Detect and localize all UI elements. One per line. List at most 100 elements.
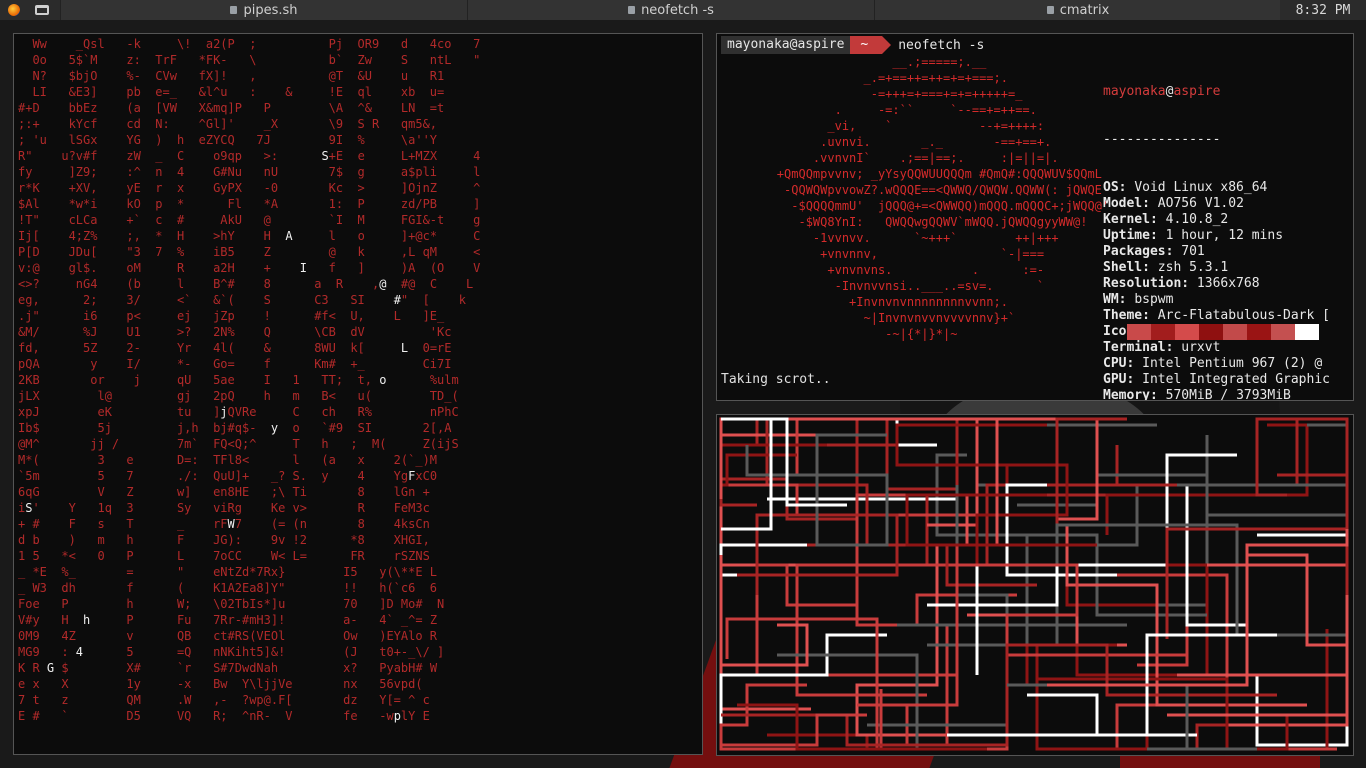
ascii-line: -Invnvvnsi..___..=sv=. `	[719, 279, 1045, 293]
color-swatch	[1127, 324, 1151, 340]
matrix-line: MG9 : 4 5 =Q nNKiht5]&! (J t0+-_\/ ]	[18, 645, 445, 659]
matrix-line: 6qG V Z w] en8HE ;\ Ti 8 lGn +	[18, 485, 430, 499]
prompt-dir: ~	[850, 36, 892, 54]
info-key: WM:	[1103, 292, 1135, 307]
matrix-line: R" u?v#f zW _ C o9qp >: S+E e L+MZX 4	[18, 149, 481, 163]
tab-pipes[interactable]: pipes.sh	[60, 0, 467, 20]
info-key: Memory:	[1103, 388, 1166, 401]
tab-label: neofetch -s	[641, 2, 714, 18]
pipe-segment	[737, 703, 987, 751]
info-row: Packages: 701	[1103, 244, 1330, 260]
matrix-head-char: p	[393, 709, 401, 723]
color-swatch	[1295, 324, 1319, 340]
info-value: 1 hour, 12 mins	[1165, 228, 1284, 243]
clock[interactable]: 8:32 PM	[1280, 0, 1366, 20]
matrix-line: @M^ jj / 7m` FQ<Q;^ T h ; M( Z(ijS	[18, 437, 459, 451]
info-key: Uptime:	[1103, 228, 1166, 243]
matrix-head-char: h	[83, 613, 91, 627]
info-row: CPU: Intel Pentium 967 (2) @	[1103, 356, 1330, 372]
info-value: 4.10.8_2	[1165, 212, 1229, 227]
matrix-head-char: #	[393, 293, 401, 307]
matrix-rain: Ww _Qsl -k \! a2(P ; Pj OR9 d 4co 7 0o 5…	[18, 36, 480, 724]
cmatrix-terminal[interactable]: Ww _Qsl -k \! a2(P ; Pj OR9 d 4co 7 0o 5…	[13, 33, 703, 755]
tab-label: pipes.sh	[243, 2, 298, 18]
matrix-line: 0o 5$`M z: TrF *FK- \ b` Zw S ntL "	[18, 53, 481, 67]
matrix-head-char: L	[400, 341, 409, 355]
matrix-head-char: S	[321, 149, 329, 163]
matrix-line: Foe P h W; \02TbIs*]u 70 ]D Mo# N	[18, 597, 445, 611]
matrix-line: LI &E3] pb e=_ &l^u : & !E ql xb u=	[18, 85, 445, 99]
pipe-segment	[897, 533, 1207, 627]
matrix-head-char: F	[408, 469, 416, 483]
pipe-segment	[719, 419, 827, 447]
info-row: Model: AO756 V1.02	[1103, 196, 1330, 212]
matrix-head-char: G	[46, 661, 55, 675]
info-key: OS:	[1103, 180, 1135, 195]
ascii-line: -$WQ8YnI: QWQQwgQQWV`mWQQ.jQWQQgyyWW@!	[719, 215, 1088, 229]
tab-neofetch[interactable]: neofetch -s	[467, 0, 874, 20]
ascii-line: . -=:`` `--==+=++==.	[719, 103, 1037, 117]
matrix-line: 1 5 *< 0 P L 7oCC W< L= FR rSZNS	[18, 549, 430, 563]
ascii-line: +vnvnnv, `-|===	[719, 247, 1045, 261]
info-value: 701	[1181, 244, 1205, 259]
info-key: Resolution:	[1103, 276, 1197, 291]
matrix-head-char: y	[270, 421, 279, 435]
matrix-line: v:@ gl$. oM R a2H + I f ] )A (O V	[18, 261, 481, 275]
ascii-line: ~|Invnvnvvnvvvvnnv}+`	[719, 311, 1016, 325]
pipes-animation	[719, 417, 1349, 751]
info-value: AO756 V1.02	[1157, 196, 1244, 211]
info-value: Void Linux x86_64	[1134, 180, 1268, 195]
matrix-line: 7 t z QM .W ,- ?wp@.F[ dz Y[= ^ c	[18, 693, 430, 707]
ascii-line: .uvnvi. _._ -==+==+.	[719, 135, 1052, 149]
matrix-line: eg, 2; 3/ <` &`( S C3 SI #" [ k	[18, 293, 466, 307]
matrix-line: _ *E %_ = " eNtZd*7Rx} I5 y(\**E L	[18, 565, 438, 579]
ascii-line: .vvnvnI` .;==|==;. :|=||=|.	[719, 151, 1059, 165]
matrix-line: <>? nG4 (b l B^# 8 a R ,@ #@ C L	[18, 277, 474, 291]
pipe-segment	[1247, 553, 1349, 685]
matrix-line: M*( 3 e D=: TFl8< l (a x 2(`_)M	[18, 453, 438, 467]
info-title: mayonaka@aspire	[1103, 84, 1221, 99]
neofetch-terminal[interactable]: mayonaka@aspire ~ neofetch -s __.;=====;…	[716, 33, 1354, 401]
pipe-segment	[719, 543, 857, 577]
info-row: Shell: zsh 5.3.1	[1103, 260, 1330, 276]
info-key: Model:	[1103, 196, 1158, 211]
matrix-head-char: W	[227, 517, 235, 531]
matrix-line: 0M9 4Z v QB ct#RS(VEOl Ow )EYAlo R	[18, 629, 438, 643]
pipe-segment	[1047, 515, 1349, 687]
matrix-line: r*K +XV, yE r x GyPX -0 Kc > ]OjnZ ^	[18, 181, 481, 195]
matrix-line: fd, 5Z 2- Yr 4l( & 8WU k[ L 0=rE	[18, 341, 452, 355]
firefox-launcher[interactable]	[0, 0, 28, 20]
system-info: mayonaka@aspire --------------- OS: Void…	[1103, 52, 1330, 401]
color-palette	[1127, 324, 1319, 340]
info-value: 570MiB / 3793MiB	[1165, 388, 1291, 401]
info-row: WM: bspwm	[1103, 292, 1330, 308]
info-row: GPU: Intel Integrated Graphic	[1103, 372, 1330, 388]
tab-cmatrix[interactable]: cmatrix	[874, 0, 1281, 20]
matrix-line: $Al *w*i kO p * Fl *A 1: P zd/PB ]	[18, 197, 481, 211]
info-key: GPU:	[1103, 372, 1143, 387]
matrix-head-char: 4	[75, 645, 84, 659]
info-row: Memory: 570MiB / 3793MiB	[1103, 388, 1330, 401]
info-key: Theme:	[1103, 308, 1158, 323]
pipe-segment	[927, 417, 1099, 527]
matrix-line: !T" cLCa +` c # AkU @ `I M FGI&-t g	[18, 213, 481, 227]
ascii-line: +vnvnvns. . :=-	[719, 263, 1045, 277]
matrix-head-char: j	[220, 405, 228, 419]
color-swatch	[1271, 324, 1295, 340]
matrix-line: jLX l@ gj 2pQ h m B< u( TD_(	[18, 389, 459, 403]
matrix-line: 2KB or j qU 5ae I 1 TT; t, o %ulm	[18, 373, 459, 387]
matrix-line: ;:+ kYcf cd N: ^Gl]' _X \9 S R qm5&,	[18, 117, 438, 131]
info-separator: ---------------	[1103, 132, 1221, 147]
matrix-line: fy ]Z9; :^ n 4 G#Nu nU 7$ g a$pli l	[18, 165, 481, 179]
pipes-terminal[interactable]	[716, 414, 1354, 756]
shell-prompt: mayonaka@aspire ~ neofetch -s	[721, 36, 984, 54]
folder-icon	[35, 5, 49, 15]
info-row: Kernel: 4.10.8_2	[1103, 212, 1330, 228]
matrix-head-char: I	[299, 261, 307, 275]
file-manager-launcher[interactable]	[28, 0, 56, 20]
ascii-line: -QQWQWpvvowZ?.wQQQE==<QWWQ/QWQW.QQWW(: j…	[719, 183, 1102, 197]
matrix-line: &M/ %J U1 >? 2N% Q \CB dV 'Kc	[18, 325, 452, 339]
matrix-head-char: o	[379, 373, 387, 387]
info-value: bspwm	[1134, 292, 1174, 307]
color-swatch	[1223, 324, 1247, 340]
